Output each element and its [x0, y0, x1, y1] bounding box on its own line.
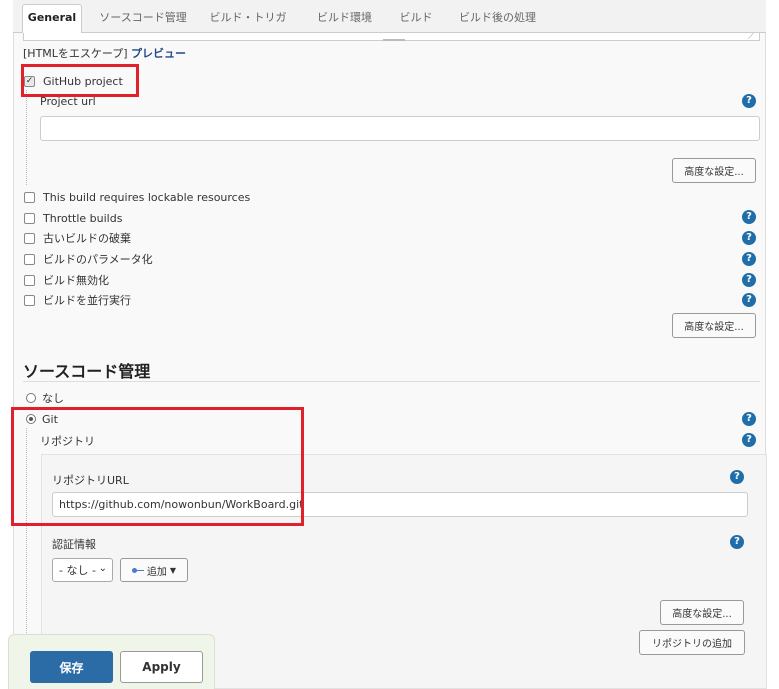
textarea-resize-handle[interactable] — [383, 39, 405, 41]
lockable-resources-label: This build requires lockable resources — [43, 190, 251, 204]
disable-build-help-icon[interactable]: ? — [742, 273, 756, 287]
save-button[interactable]: 保存 — [30, 651, 113, 683]
concurrent-builds-label: ビルドを並行実行 — [43, 294, 131, 307]
parameterized-build-checkbox[interactable] — [24, 253, 35, 265]
scm-none-radio[interactable] — [26, 393, 36, 403]
disable-build-checkbox[interactable] — [24, 274, 35, 286]
config-tab-bar: General ソースコード管理 ビルド・トリガ ビルド環境 ビルド ビルド後の… — [13, 0, 766, 34]
preview-link[interactable]: プレビュー — [131, 47, 186, 60]
parameterized-build-label: ビルドのパラメータ化 — [43, 253, 153, 266]
parameterized-build-help-icon[interactable]: ? — [742, 252, 756, 266]
tab-general[interactable]: General — [22, 4, 82, 34]
add-credentials-label: 追加 — [146, 566, 167, 578]
scm-section-title: ソースコード管理 — [23, 362, 151, 381]
option-parameterized-build[interactable]: ビルドのパラメータ化 — [24, 251, 153, 267]
tab-build-triggers[interactable]: ビルド・トリガ — [203, 6, 293, 33]
github-guide-line — [26, 90, 27, 185]
option-lockable-resources[interactable]: This build requires lockable resources — [24, 189, 250, 205]
project-url-help-icon[interactable]: ? — [742, 94, 756, 108]
option-disable-build[interactable]: ビルド無効化 — [24, 272, 109, 288]
tab-build-environment[interactable]: ビルド環境 — [307, 6, 382, 33]
option-concurrent-builds[interactable]: ビルドを並行実行 — [24, 292, 131, 308]
project-url-input[interactable] — [40, 116, 760, 141]
repository-url-help-icon[interactable]: ? — [730, 470, 744, 484]
escape-preview-line: [HTMLをエスケープ] プレビュー — [23, 45, 186, 61]
add-credentials-button[interactable]: 追加 ▼ — [120, 558, 188, 582]
lockable-resources-checkbox[interactable] — [24, 191, 35, 203]
credentials-help-icon[interactable]: ? — [730, 535, 744, 549]
credentials-select[interactable]: - なし - ⌄ — [52, 558, 113, 582]
throttle-builds-help-icon[interactable]: ? — [742, 210, 756, 224]
options-advanced-button[interactable]: 高度な設定... — [672, 313, 756, 338]
git-help-icon[interactable]: ? — [742, 412, 756, 426]
repositories-help-icon[interactable]: ? — [742, 433, 756, 447]
repository-url-highlight — [11, 407, 304, 526]
tab-source-code-management[interactable]: ソースコード管理 — [93, 6, 193, 33]
option-discard-old-builds[interactable]: 古いビルドの破棄 — [24, 230, 131, 246]
scm-none-option[interactable]: なし — [26, 391, 64, 405]
escape-html-label: [HTMLをエスケープ] — [23, 47, 128, 60]
throttle-builds-checkbox[interactable] — [24, 212, 35, 224]
discard-old-builds-help-icon[interactable]: ? — [742, 231, 756, 245]
resize-grip-icon[interactable]: ⟋ — [748, 33, 758, 41]
apply-button[interactable]: Apply — [120, 651, 203, 683]
tab-build[interactable]: ビルド — [391, 6, 441, 33]
add-repository-button[interactable]: リポジトリの追加 — [639, 630, 745, 655]
concurrent-builds-checkbox[interactable] — [24, 294, 35, 306]
github-project-highlight — [21, 64, 139, 97]
tab-post-build-actions[interactable]: ビルド後の処理 — [450, 6, 545, 33]
concurrent-builds-help-icon[interactable]: ? — [742, 293, 756, 307]
scm-none-label: なし — [42, 392, 64, 405]
caret-down-icon: ▼ — [169, 565, 177, 575]
scm-section-divider — [23, 381, 760, 382]
discard-old-builds-checkbox[interactable] — [24, 232, 35, 244]
chevron-down-icon: ⌄ — [98, 563, 107, 574]
credentials-label: 認証情報 — [52, 538, 96, 551]
option-throttle-builds[interactable]: Throttle builds — [24, 210, 122, 226]
discard-old-builds-label: 古いビルドの破棄 — [43, 232, 131, 245]
key-icon — [131, 567, 144, 573]
repository-advanced-button[interactable]: 高度な設定... — [660, 600, 744, 625]
throttle-builds-label: Throttle builds — [43, 211, 123, 225]
credentials-selected-value: - なし - — [59, 564, 96, 577]
disable-build-label: ビルド無効化 — [43, 274, 109, 287]
github-advanced-button[interactable]: 高度な設定... — [672, 158, 756, 183]
